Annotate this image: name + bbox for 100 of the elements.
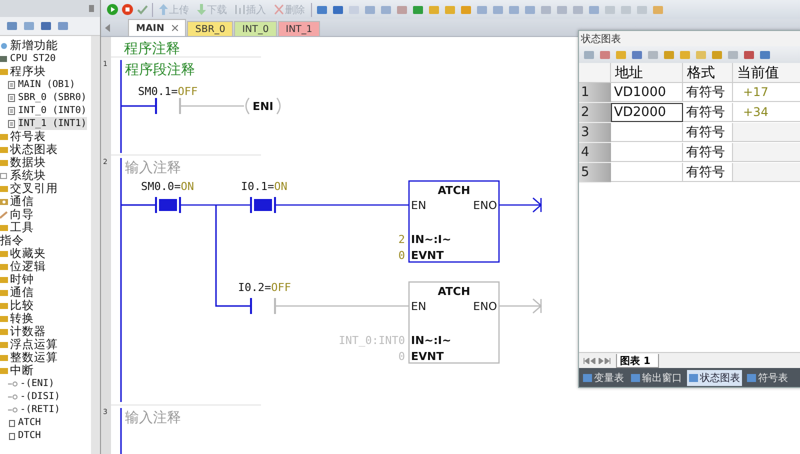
address-cell[interactable]	[611, 143, 683, 162]
editor-tab[interactable]: SBR_0	[187, 21, 234, 36]
window-icon	[747, 374, 756, 382]
tree-item[interactable]: CPU ST20	[10, 52, 56, 65]
network-comment: 程序段注释	[125, 62, 195, 78]
contact-symbol[interactable]	[250, 298, 276, 314]
tree-item[interactable]: -(DISI)	[20, 390, 60, 403]
check-icon[interactable]	[137, 4, 148, 15]
stop-icon[interactable]	[122, 4, 133, 15]
contact-symbol[interactable]	[155, 197, 181, 213]
toolbar-icon[interactable]	[599, 48, 611, 60]
close-icon[interactable]	[172, 25, 178, 31]
toolbar-icon[interactable]	[492, 4, 504, 16]
panel-tab[interactable]: 符号表	[745, 370, 790, 386]
pin-icon[interactable]	[89, 5, 94, 12]
toolbar-icon[interactable]	[759, 48, 771, 60]
tree-item[interactable]: 符号表	[10, 130, 46, 143]
toolbar-icon[interactable]	[588, 4, 600, 16]
sheet-navigation-icon[interactable]	[583, 358, 613, 364]
toolbar-icon[interactable]	[40, 20, 52, 32]
scroll-left-icon[interactable]	[105, 24, 111, 32]
editor-tab[interactable]: MAIN	[128, 19, 186, 36]
format-cell[interactable]: 有符号	[683, 103, 733, 122]
toolbar-icon[interactable]	[476, 4, 488, 16]
window-icon	[631, 374, 640, 382]
tree-item[interactable]: 时钟	[10, 273, 34, 286]
tree-item[interactable]: 浮点运算	[10, 338, 58, 351]
format-cell[interactable]: 有符号	[683, 163, 733, 182]
toolbar-icon[interactable]	[631, 48, 643, 60]
tree-item[interactable]: 向导	[10, 208, 34, 221]
tree-item[interactable]: ATCH	[18, 416, 41, 429]
row-number: 1	[579, 83, 611, 103]
function-block[interactable]	[408, 281, 500, 364]
toolbar-icon[interactable]	[583, 48, 595, 60]
address-cell[interactable]: VD2000	[611, 103, 683, 122]
tree-item[interactable]: 工具	[10, 221, 34, 234]
tree-item[interactable]: 计数器	[10, 325, 46, 338]
window-title: 状态图表	[579, 31, 800, 46]
toolbar-icon[interactable]	[396, 4, 408, 16]
tree-item[interactable]: SBR_0 (SBR0)	[18, 91, 87, 104]
toolbar-icon[interactable]	[711, 48, 723, 60]
tree-item[interactable]: 转换	[10, 312, 34, 325]
tree-item[interactable]: DTCH	[18, 429, 41, 442]
tree-item[interactable]: 位逻辑	[10, 260, 46, 273]
up-arrow-icon	[159, 4, 168, 15]
folder-icon	[0, 68, 8, 76]
insert-icon	[235, 4, 245, 15]
toolbar-icon[interactable]	[332, 4, 344, 16]
toolbar-icon[interactable]	[364, 4, 376, 16]
run-icon[interactable]	[107, 4, 118, 15]
tree-item[interactable]: 比较	[10, 299, 34, 312]
coil-symbol[interactable]	[245, 97, 281, 115]
toolbar-icon[interactable]	[743, 48, 755, 60]
tree-item[interactable]: 交叉引用	[10, 182, 58, 195]
toolbar-icon[interactable]	[524, 4, 536, 16]
panel-tab[interactable]: 变量表	[581, 370, 626, 386]
tree-item[interactable]: -(ENI)	[20, 377, 54, 390]
tree-item[interactable]: 新增功能	[10, 39, 58, 52]
address-cell[interactable]: VD1000	[611, 83, 683, 102]
toolbar-icon[interactable]	[316, 4, 328, 16]
column-header: 格式	[683, 63, 733, 83]
function-block[interactable]	[408, 180, 500, 263]
address-cell[interactable]	[611, 163, 683, 182]
editor-tab[interactable]: INT_0	[234, 21, 277, 36]
tree-item[interactable]: -(RETI)	[20, 403, 60, 416]
toolbar-icon[interactable]	[508, 4, 520, 16]
panel-tab[interactable]: 输出窗口	[629, 370, 684, 386]
tree-item[interactable]: 通信	[10, 286, 34, 299]
tree-item[interactable]: INT_1 (INT1)	[18, 117, 87, 130]
tree-item[interactable]: 收藏夹	[10, 247, 46, 260]
toolbar-icon[interactable]	[23, 20, 35, 32]
tree-item[interactable]: 系统块	[10, 169, 46, 182]
panel-tab[interactable]: 状态图表	[687, 370, 742, 386]
toolbar-icon[interactable]	[663, 48, 675, 60]
sheet-tab[interactable]: 图表 1	[616, 354, 660, 368]
scrollbar[interactable]	[91, 36, 100, 454]
contact-symbol[interactable]	[155, 98, 181, 114]
tree-item[interactable]: 状态图表	[10, 143, 58, 156]
format-cell[interactable]: 有符号	[683, 123, 733, 142]
editor-tab[interactable]: INT_1	[278, 21, 320, 36]
tree-item[interactable]: 通信	[10, 195, 34, 208]
tree-item[interactable]: 中断	[10, 364, 34, 377]
toolbar-icon[interactable]	[6, 20, 18, 32]
toolbar-icon[interactable]	[412, 4, 424, 16]
format-cell[interactable]: 有符号	[683, 143, 733, 162]
tree-item[interactable]: INT_0 (INT0)	[18, 104, 87, 117]
tree-item[interactable]: 数据块	[10, 156, 46, 169]
toolbar-icon[interactable]	[380, 4, 392, 16]
format-cell[interactable]: 有符号	[683, 83, 733, 102]
window-icon	[583, 374, 592, 382]
tree-item[interactable]: 整数运算	[10, 351, 58, 364]
pin-label: EVNT	[411, 350, 444, 363]
tree-item[interactable]: MAIN (OB1)	[18, 78, 76, 91]
toolbar-icon[interactable]	[57, 20, 69, 32]
tree-item[interactable]: 指令	[0, 234, 24, 247]
contact-symbol[interactable]	[250, 197, 276, 213]
contact-label: I0.1=ON	[241, 180, 288, 193]
toolbar-icon[interactable]	[460, 4, 472, 16]
tree-item[interactable]: 程序块	[10, 65, 46, 78]
address-cell[interactable]	[611, 123, 683, 142]
